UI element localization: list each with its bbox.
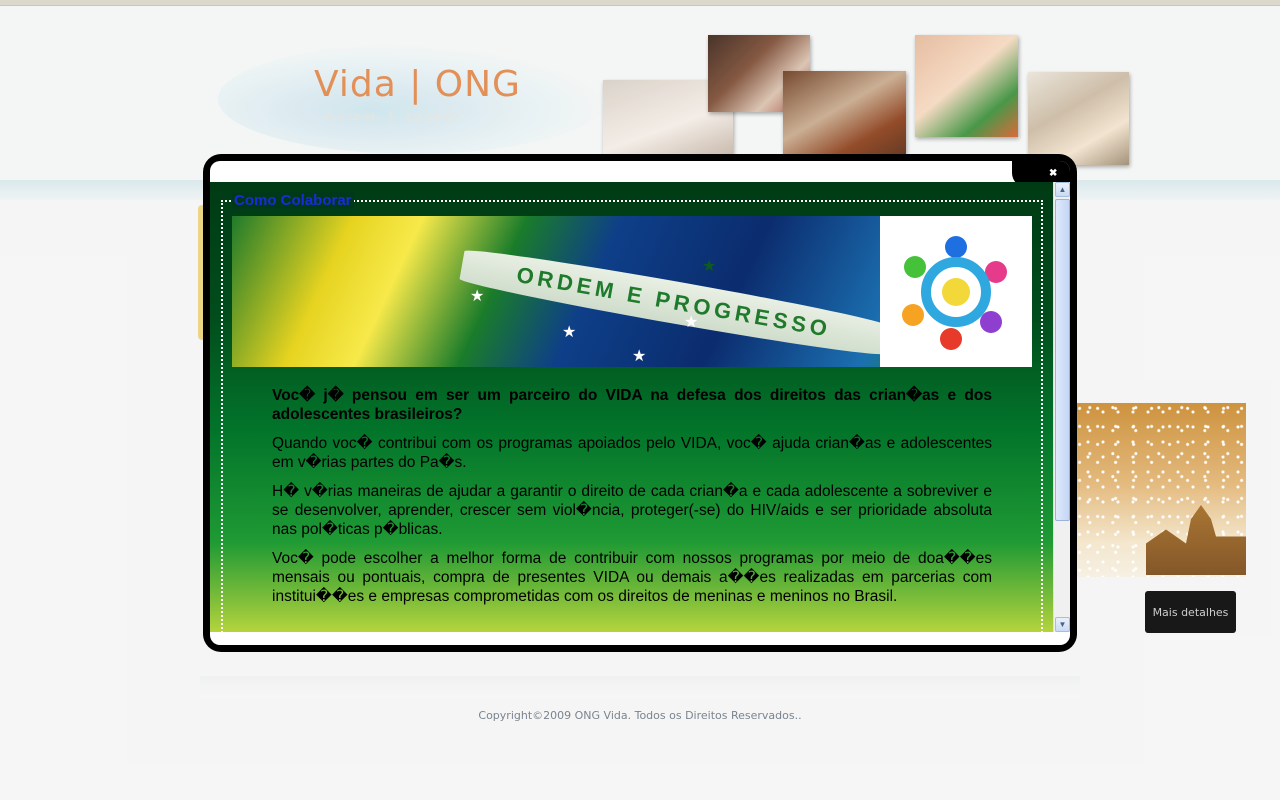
paragraph: Quando voc� contribui com os programas a… xyxy=(272,435,992,471)
partners-logo xyxy=(880,216,1032,367)
modal-window: ✖ Como Colaborar ORDEM E PROGRESSO ★ ★ ★… xyxy=(203,154,1077,652)
chevron-down-icon[interactable]: ▼ xyxy=(1055,617,1070,632)
paragraph-lead: Voc� j� pensou em ser um parceiro do VID… xyxy=(272,387,992,423)
flag-star-icon: ★ xyxy=(470,288,485,305)
flag-star-icon: ★ xyxy=(562,324,577,341)
chevron-up-icon[interactable]: ▲ xyxy=(1055,182,1070,197)
paragraph: Voc� pode escolher a melhor forma de con… xyxy=(272,550,992,605)
people-circle-icon xyxy=(902,235,1007,350)
modal-scrollbar[interactable]: ▲ ▼ xyxy=(1053,182,1070,632)
flag-motto-stripe: ORDEM E PROGRESSO xyxy=(458,244,890,361)
section-title: Como Colaborar xyxy=(232,192,354,209)
close-icon[interactable]: ✖ xyxy=(1049,169,1058,179)
scrollbar-thumb[interactable] xyxy=(1055,199,1070,521)
collaboration-text: Voc� j� pensou em ser um parceiro do VID… xyxy=(272,386,992,616)
flag-star-icon: ★ xyxy=(632,348,647,365)
modal-content[interactable]: Como Colaborar ORDEM E PROGRESSO ★ ★ ★ ★… xyxy=(210,182,1053,632)
modal-body: ✖ Como Colaborar ORDEM E PROGRESSO ★ ★ ★… xyxy=(210,161,1070,645)
flag-star-icon: ★ xyxy=(684,314,699,331)
brazil-flag-banner: ORDEM E PROGRESSO ★ ★ ★ ★ ★ xyxy=(232,216,1032,367)
flag-star-icon: ★ xyxy=(702,258,717,275)
paragraph: H� v�rias maneiras de ajudar a garantir … xyxy=(272,483,992,538)
